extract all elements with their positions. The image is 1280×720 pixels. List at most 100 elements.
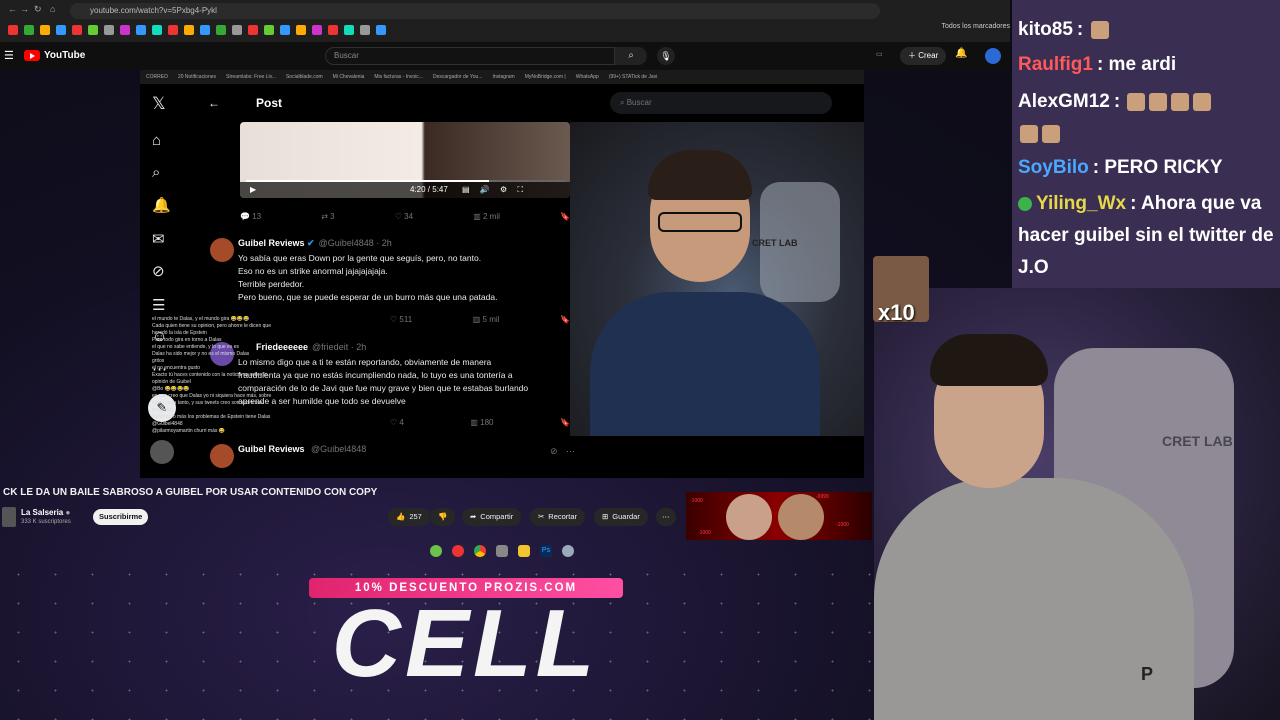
create-button[interactable]: ＋ Crear xyxy=(900,47,947,65)
channel-name[interactable]: La Salseria ● xyxy=(21,508,70,517)
volume-icon[interactable]: 🔊 xyxy=(480,185,490,194)
video-player[interactable]: CORREO 20 Notificaciones Streamlabs: Free … xyxy=(140,70,864,478)
app-icon[interactable] xyxy=(430,545,442,557)
recommended-video-thumbnail[interactable]: -1000 -9999 -1000 -1000 xyxy=(686,492,872,540)
home-icon[interactable]: ⌂ xyxy=(50,4,55,14)
app-icon[interactable] xyxy=(452,545,464,557)
tweet-author[interactable]: Guibel Reviews @Guibel4848 xyxy=(238,444,366,454)
reply-count[interactable]: 💬 13 xyxy=(240,212,261,221)
emote-icon xyxy=(1193,92,1212,111)
avatar[interactable] xyxy=(210,444,234,468)
bookmark-icon[interactable] xyxy=(8,25,18,35)
streamer-hair xyxy=(930,334,1048,386)
mic-icon[interactable]: 🎙 xyxy=(657,47,675,65)
bookmark-icon[interactable] xyxy=(232,25,242,35)
share-button[interactable]: ➦ Compartir xyxy=(462,508,522,526)
search-input[interactable]: Buscar xyxy=(325,47,615,65)
subscribe-button[interactable]: Suscribirme xyxy=(93,509,149,525)
like-button[interactable]: 👍 257 xyxy=(388,508,430,526)
like-count[interactable]: ♡ 34 xyxy=(395,212,413,221)
retweet-count[interactable]: ⇄ 3 xyxy=(321,212,334,221)
bookmark-icon[interactable] xyxy=(152,25,162,35)
avatar[interactable] xyxy=(210,238,234,262)
search-icon[interactable]: ⌕ xyxy=(152,164,160,181)
view-count-value: 180 xyxy=(480,418,494,427)
cast-icon[interactable]: ▭ xyxy=(876,50,883,58)
bookmark-icon[interactable] xyxy=(24,25,34,35)
bookmark-icon[interactable] xyxy=(56,25,66,35)
play-icon[interactable]: ▶ xyxy=(250,182,256,198)
folder-icon[interactable] xyxy=(518,545,530,557)
lists-icon[interactable]: ☰ xyxy=(152,296,165,314)
fullscreen-icon[interactable]: ⛶ xyxy=(517,185,523,194)
avatar[interactable] xyxy=(150,440,174,464)
bookmark-icon[interactable]: 🔖 xyxy=(560,315,570,324)
messages-icon[interactable]: ✉ xyxy=(152,230,165,248)
app-icon[interactable] xyxy=(562,545,574,557)
bookmark-icon[interactable] xyxy=(248,25,258,35)
bookmark-icon[interactable] xyxy=(88,25,98,35)
photoshop-icon[interactable]: Ps xyxy=(540,545,552,557)
bookmark-icon[interactable]: 🔖 xyxy=(560,418,570,427)
view-count[interactable]: ▥ 2 mil xyxy=(473,212,500,221)
chat-username: SoyBilo xyxy=(1018,157,1089,178)
bookmark-icon[interactable] xyxy=(328,25,338,35)
view-count[interactable]: ▥ 5 mil xyxy=(473,315,500,324)
like-count[interactable]: ♡ 511 xyxy=(390,315,412,324)
back-icon[interactable]: ← xyxy=(8,4,17,14)
bookmark-icon[interactable]: 🔖 xyxy=(560,212,570,221)
browser-chrome: ← → ↻ ⌂ youtube.com/watch?v=5Pxbg4-Pykl xyxy=(0,0,1010,42)
overlay-chat-line: @Bo 😂😂😂😂 xyxy=(152,386,190,392)
chrome-icon[interactable] xyxy=(474,545,486,557)
dislike-button[interactable]: 👎 xyxy=(430,508,456,526)
bookmark-icon[interactable] xyxy=(216,25,226,35)
grok-icon[interactable]: ⊘ xyxy=(550,446,558,457)
like-count[interactable]: ♡ 4 xyxy=(390,418,404,427)
settings-icon[interactable]: ⚙ xyxy=(500,185,507,194)
save-button[interactable]: ⊞ Guardar xyxy=(594,508,648,526)
bookmark-icon[interactable] xyxy=(280,25,290,35)
search-button[interactable]: ⌕ xyxy=(615,47,647,65)
more-icon[interactable]: ⋯ xyxy=(566,446,575,457)
bookmark-icon[interactable] xyxy=(136,25,146,35)
embedded-video[interactable]: ▶ 4:20 / 5:47 ▤ 🔊 ⚙ ⛶ xyxy=(240,122,570,198)
share-icon: ➦ xyxy=(470,512,477,521)
clip-label: Recortar xyxy=(548,512,578,521)
url-bar[interactable]: youtube.com/watch?v=5Pxbg4-Pykl xyxy=(70,3,880,19)
bookmark-icon[interactable] xyxy=(200,25,210,35)
bookmark-icon[interactable] xyxy=(104,25,114,35)
chat-message: Raulfig1: me ardi xyxy=(1018,49,1280,81)
more-actions-button[interactable]: ⋯ xyxy=(656,508,676,526)
captions-icon[interactable]: ▤ xyxy=(462,185,470,194)
back-arrow-icon[interactable]: ← xyxy=(208,96,220,110)
bell-icon[interactable]: 🔔 xyxy=(955,48,967,59)
bookmark-icon[interactable] xyxy=(344,25,354,35)
view-count[interactable]: ▥ 180 xyxy=(470,418,493,427)
bookmark-icon[interactable] xyxy=(264,25,274,35)
bookmark-icon[interactable] xyxy=(72,25,82,35)
bookmark-icon[interactable] xyxy=(168,25,178,35)
notifications-icon[interactable]: 🔔 xyxy=(152,196,171,214)
tweet-author[interactable]: Guibel Reviews ✔ @Guibel4848 · 2h xyxy=(238,238,392,249)
youtube-logo[interactable]: YouTube xyxy=(24,50,85,61)
x-search-input[interactable]: ⌕ Buscar xyxy=(610,92,832,114)
home-icon[interactable]: ⌂ xyxy=(152,132,161,149)
clip-button[interactable]: ✂ Recortar xyxy=(530,508,586,526)
app-icon[interactable] xyxy=(496,545,508,557)
bookmark-icon[interactable] xyxy=(120,25,130,35)
grok-icon[interactable]: ⊘ xyxy=(152,262,165,280)
bookmark-icon[interactable] xyxy=(376,25,386,35)
menu-icon[interactable]: ☰ xyxy=(4,49,14,62)
avatar[interactable] xyxy=(985,48,1001,64)
bookmark-icon[interactable] xyxy=(360,25,370,35)
bookmark-icon[interactable] xyxy=(296,25,306,35)
all-bookmarks-label[interactable]: Todos los marcadores xyxy=(942,23,1010,30)
bookmark-icon[interactable] xyxy=(312,25,322,35)
reload-icon[interactable]: ↻ xyxy=(34,4,42,15)
forward-icon[interactable]: → xyxy=(20,4,29,14)
channel-avatar[interactable] xyxy=(2,507,16,527)
x-logo-icon[interactable]: 𝕏 xyxy=(152,94,166,114)
overlay-chat-line: heredó la isla de Epstein xyxy=(152,330,207,336)
bookmark-icon[interactable] xyxy=(40,25,50,35)
bookmark-icon[interactable] xyxy=(184,25,194,35)
